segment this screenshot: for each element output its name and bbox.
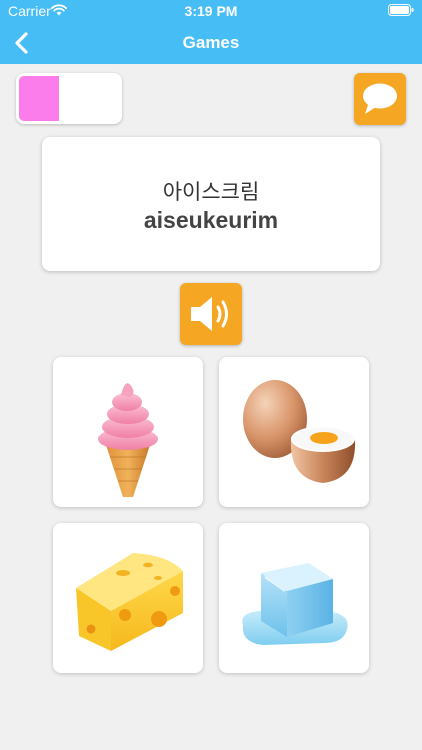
- sound-button[interactable]: [180, 283, 242, 345]
- cheese-icon: [76, 553, 183, 651]
- progress-fill: [19, 76, 59, 121]
- battery-icon: [388, 4, 414, 16]
- choice-tile-egg[interactable]: [219, 357, 369, 507]
- choice-tile-ice-cream[interactable]: [53, 357, 203, 507]
- chat-button[interactable]: [354, 73, 406, 125]
- word-romanization: aiseukeurim: [143, 207, 279, 233]
- choice-tile-ice-cube[interactable]: [219, 523, 369, 673]
- ice-cube-icon: [242, 563, 348, 645]
- navigation-bar: Games: [0, 22, 422, 64]
- speaker-icon: [191, 297, 228, 331]
- status-bar: Carrier 3:19 PM: [0, 0, 422, 22]
- page-title: Games: [182, 33, 240, 52]
- word-card: 아이스크림 aiseukeurim: [42, 137, 380, 271]
- progress-indicator: [16, 73, 122, 124]
- choice-tile-cheese[interactable]: [53, 523, 203, 673]
- top-bar: Carrier 3:19 PM Games: [0, 0, 422, 64]
- word-korean: 아이스크림: [162, 180, 260, 204]
- status-time: 3:19 PM: [184, 3, 238, 19]
- egg-icon: [243, 380, 356, 483]
- ice-cream-icon: [98, 383, 158, 497]
- speech-bubble-icon: [363, 83, 397, 114]
